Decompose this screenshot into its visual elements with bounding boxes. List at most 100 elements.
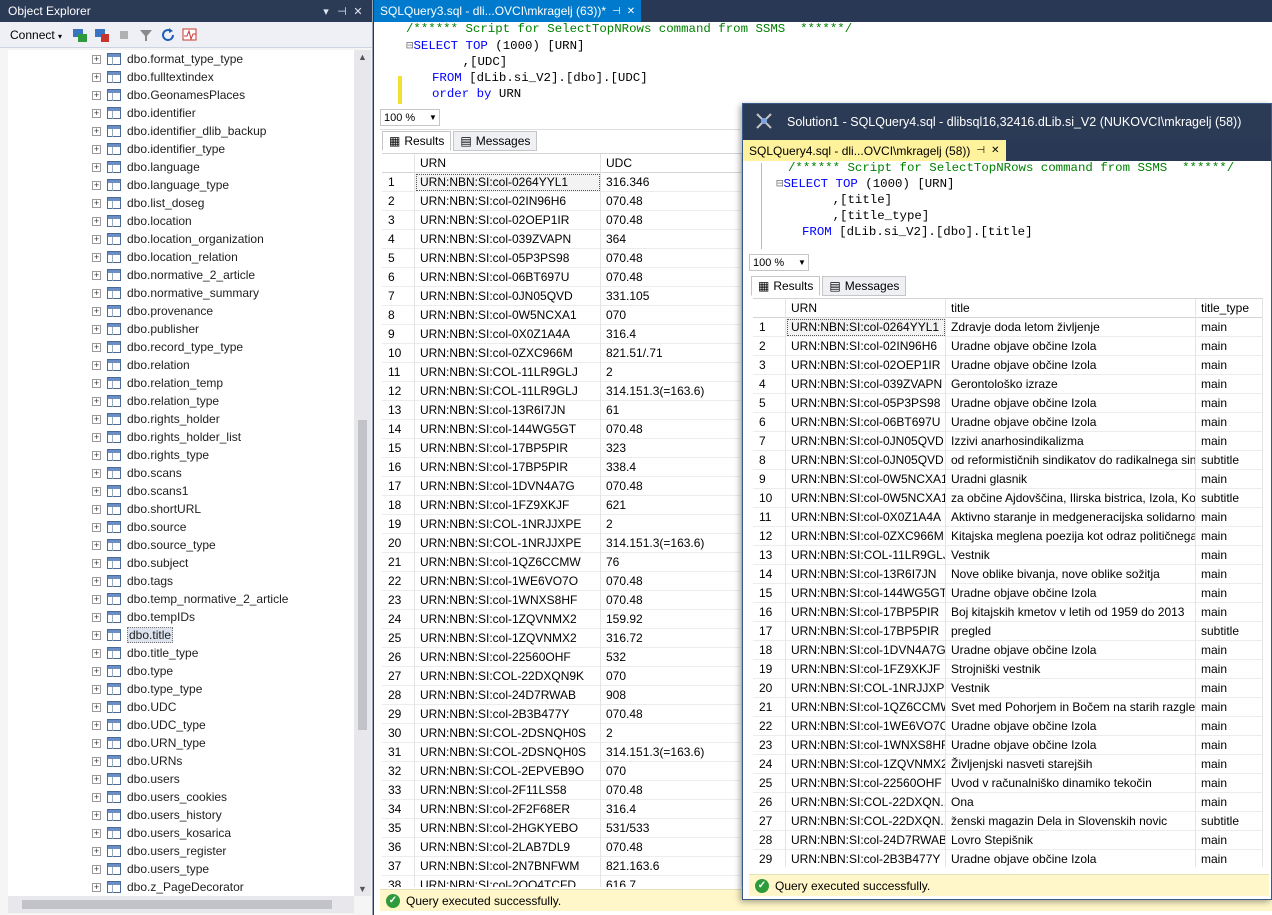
table-cell[interactable]: URN:NBN:SI:col-1WE6VO7O [415, 571, 601, 591]
row-number[interactable]: 7 [753, 431, 786, 451]
table-row[interactable]: 7 URN:NBN:SI:col-0JN05QVD Izzivi anarhosin… [753, 431, 1263, 451]
tab-messages[interactable]: ▤ Messages [822, 276, 907, 296]
expand-icon[interactable]: + [92, 504, 101, 514]
tree-item[interactable]: + dbo.source [8, 518, 354, 536]
row-number[interactable]: 4 [753, 374, 786, 394]
row-number[interactable]: 13 [382, 400, 415, 420]
row-number[interactable]: 6 [382, 267, 415, 287]
expand-icon[interactable]: + [92, 342, 101, 352]
expand-icon[interactable]: + [92, 594, 101, 604]
object-explorer-horizontal-scrollbar[interactable] [8, 896, 354, 913]
row-number[interactable]: 13 [753, 545, 786, 565]
table-row[interactable]: 16 URN:NBN:SI:col-17BP5PIR 338.4 [382, 457, 742, 477]
table-row[interactable]: 20 URN:NBN:SI:COL-1NRJJXPE Vestnik main [753, 678, 1263, 698]
table-cell[interactable]: URN:NBN:SI:col-1ZQVNMX2 [415, 609, 601, 629]
zoom-dropdown[interactable]: 100 % ▼ [380, 109, 440, 126]
table-cell[interactable]: URN:NBN:SI:COL-11LR9GLJ [415, 362, 601, 382]
table-row[interactable]: 22 URN:NBN:SI:col-1WE6VO7O Uradne objave o… [753, 716, 1263, 736]
table-cell[interactable]: URN:NBN:SI:col-06BT697U [415, 267, 601, 287]
table-cell[interactable]: Izzivi anarhosindikalizma [946, 431, 1196, 451]
tree-item[interactable]: + dbo.language_type [8, 176, 354, 194]
table-row[interactable]: 23 URN:NBN:SI:col-1WNXS8HF Uradne objave o… [753, 735, 1263, 755]
expand-icon[interactable]: + [92, 288, 101, 298]
row-number[interactable]: 5 [382, 248, 415, 268]
table-cell[interactable]: Zdravje doda letom življenje [946, 317, 1196, 337]
table-row[interactable]: 17 URN:NBN:SI:col-17BP5PIR pregled subtitle [753, 621, 1263, 641]
tree-item[interactable]: + dbo.rights_holder [8, 410, 354, 428]
table-row[interactable]: 14 URN:NBN:SI:col-13R6I7JN Nove oblike biv… [753, 564, 1263, 584]
table-cell[interactable]: main [1196, 678, 1263, 698]
table-row[interactable]: 12 URN:NBN:SI:col-0ZXC966M Kitajska meglen… [753, 526, 1263, 546]
table-row[interactable]: 24 URN:NBN:SI:col-1ZQVNMX2 Življenjski nas… [753, 754, 1263, 774]
row-number[interactable]: 19 [382, 514, 415, 534]
table-cell[interactable]: main [1196, 393, 1263, 413]
table-cell[interactable]: URN:NBN:SI:col-02OEP1IR [786, 355, 946, 375]
row-number[interactable]: 12 [382, 381, 415, 401]
tree-item[interactable]: + dbo.source_type [8, 536, 354, 554]
table-cell[interactable]: za občine Ajdovščina, Ilirska bistrica, … [946, 488, 1196, 508]
table-cell[interactable]: URN:NBN:SI:col-13R6I7JN [415, 400, 601, 420]
table-cell[interactable]: URN:NBN:SI:col-0ZXC966M [415, 343, 601, 363]
table-cell[interactable]: 821.51/.71 [601, 343, 742, 363]
expand-icon[interactable]: + [92, 198, 101, 208]
table-cell[interactable]: 070 [601, 666, 742, 686]
row-number[interactable]: 1 [753, 317, 786, 337]
row-number[interactable]: 32 [382, 761, 415, 781]
pin-icon[interactable]: ⊣ [334, 5, 350, 18]
table-cell[interactable]: Življenjski nasveti starejših [946, 754, 1196, 774]
table-row[interactable]: 25 URN:NBN:SI:col-1ZQVNMX2 316.72 [382, 628, 742, 648]
table-row[interactable]: 28 URN:NBN:SI:col-24D7RWAB 908 [382, 685, 742, 705]
pin-icon[interactable]: ⊣ [976, 145, 985, 156]
row-number[interactable]: 27 [382, 666, 415, 686]
row-number[interactable]: 25 [753, 773, 786, 793]
table-cell[interactable]: Uradne objave občine Izola [946, 412, 1196, 432]
table-cell[interactable]: URN:NBN:SI:col-24D7RWAB [415, 685, 601, 705]
table-cell[interactable]: main [1196, 773, 1263, 793]
table-cell[interactable]: URN:NBN:SI:col-1DVN4A7G [786, 640, 946, 660]
expand-icon[interactable]: + [92, 720, 101, 730]
row-number[interactable]: 31 [382, 742, 415, 762]
row-number[interactable]: 3 [753, 355, 786, 375]
table-cell[interactable]: 070.48 [601, 191, 742, 211]
table-cell[interactable]: URN:NBN:SI:col-0JN05QVD [786, 450, 946, 470]
dropdown-icon[interactable]: ▾ [318, 5, 334, 18]
table-cell[interactable]: main [1196, 735, 1263, 755]
table-cell[interactable]: URN:NBN:SI:col-1ZQVNMX2 [786, 754, 946, 774]
table-cell[interactable]: URN:NBN:SI:COL-2DSNQH0S [415, 742, 601, 762]
table-cell[interactable]: main [1196, 317, 1263, 337]
table-row[interactable]: 34 URN:NBN:SI:col-2F2F68ER 316.4 [382, 799, 742, 819]
table-cell[interactable]: 070.48 [601, 210, 742, 230]
table-cell[interactable]: Vestnik [946, 678, 1196, 698]
table-row[interactable]: 18 URN:NBN:SI:col-1FZ9XKJF 621 [382, 495, 742, 515]
table-cell[interactable]: URN:NBN:SI:col-1DVN4A7G [415, 476, 601, 496]
row-number[interactable]: 6 [753, 412, 786, 432]
table-cell[interactable]: URN:NBN:SI:col-2B3B477Y [786, 849, 946, 867]
table-cell[interactable]: URN:NBN:SI:col-0264YYL1 [415, 172, 601, 192]
table-cell[interactable]: 070.48 [601, 780, 742, 800]
table-cell[interactable]: subtitle [1196, 488, 1263, 508]
table-row[interactable]: 13 URN:NBN:SI:COL-11LR9GLJ Vestnik main [753, 545, 1263, 565]
table-cell[interactable]: URN:NBN:SI:col-0ZXC966M [786, 526, 946, 546]
table-cell[interactable]: main [1196, 507, 1263, 527]
table-cell[interactable]: 323 [601, 438, 742, 458]
table-cell[interactable]: 314.151.3(=163.6) [601, 381, 742, 401]
table-row[interactable]: 11 URN:NBN:SI:col-0X0Z1A4A Aktivno staranj… [753, 507, 1263, 527]
table-cell[interactable]: URN:NBN:SI:col-22560OHF [786, 773, 946, 793]
table-cell[interactable]: URN:NBN:SI:col-24D7RWAB [786, 830, 946, 850]
tab-sqlquery4[interactable]: SQLQuery4.sql - dli...OVCI\mkragelj (58)… [743, 140, 1006, 161]
grid-corner[interactable] [382, 154, 415, 173]
row-number[interactable]: 15 [382, 438, 415, 458]
table-cell[interactable]: Uradne objave občine Izola [946, 336, 1196, 356]
expand-icon[interactable]: + [92, 108, 101, 118]
row-number[interactable]: 36 [382, 837, 415, 857]
table-cell[interactable]: Gerontološko izraze [946, 374, 1196, 394]
disconnect-icon[interactable] [94, 27, 110, 43]
table-row[interactable]: 5 URN:NBN:SI:col-05P3PS98 070.48 [382, 248, 742, 268]
expand-icon[interactable]: + [92, 702, 101, 712]
row-number[interactable]: 26 [382, 647, 415, 667]
row-number[interactable]: 2 [753, 336, 786, 356]
tree-item[interactable]: + dbo.identifier_dlib_backup [8, 122, 354, 140]
expand-icon[interactable]: + [92, 468, 101, 478]
tree-item[interactable]: + dbo.users_type [8, 860, 354, 878]
table-cell[interactable]: 821.163.6 [601, 856, 742, 876]
